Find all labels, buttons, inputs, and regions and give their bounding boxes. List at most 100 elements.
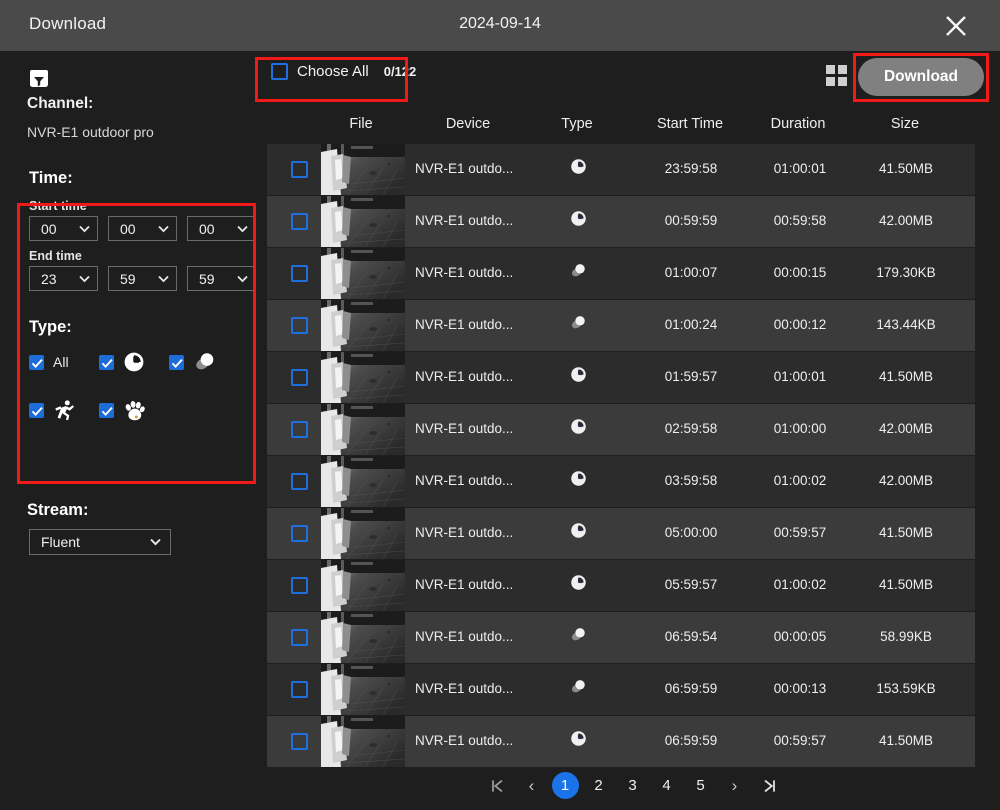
row-checkbox[interactable] [291,265,308,282]
page-button-3[interactable]: 3 [616,771,650,801]
table-row[interactable]: NVR-E1 outdo... 01:00:07 00:00:15 179.30KB [267,248,975,299]
table-row[interactable]: NVR-E1 outdo... 23:59:58 01:00:01 41.50MB [267,144,975,195]
row-thumbnail[interactable] [321,456,405,507]
row-checkbox[interactable] [291,681,308,698]
end-hour-value: 23 [41,270,57,287]
cell-size: 41.50MB [878,577,934,592]
row-thumbnail[interactable] [321,508,405,559]
row-checkbox[interactable] [291,161,308,178]
cell-duration: 00:00:12 [773,317,827,332]
row-checkbox[interactable] [291,369,308,386]
cell-start-time: 06:59:59 [664,681,718,696]
end-second-select[interactable]: 59 [187,266,256,291]
first-page-icon[interactable] [481,771,515,801]
checkbox-checked-icon[interactable] [99,402,114,418]
page-button-5[interactable]: 5 [684,771,718,801]
end-time-label: End time [29,249,82,263]
clock-icon [558,210,598,232]
type-option-pet[interactable] [99,399,169,421]
motion-sphere-icon [558,626,598,648]
cell-device: NVR-E1 outdo... [415,421,514,436]
row-checkbox[interactable] [291,473,308,490]
clock-icon [558,730,598,752]
row-checkbox[interactable] [291,577,308,594]
choose-all-checkbox[interactable] [271,63,288,80]
checkbox-checked-icon[interactable] [29,354,44,370]
table-row[interactable]: NVR-E1 outdo... 02:59:58 01:00:00 42.00MB [267,404,975,455]
start-minute-value: 00 [120,220,136,237]
stream-select[interactable]: Fluent [29,529,171,555]
list-toolbar: Choose All 0/122 Download [266,51,1000,108]
last-page-icon[interactable] [752,771,786,801]
cell-duration: 00:59:57 [773,733,827,748]
table-row[interactable]: NVR-E1 outdo... 06:59:59 00:00:13 153.59KB [267,664,975,715]
type-option-motion-sphere[interactable] [169,351,239,373]
cell-duration: 01:00:02 [773,473,827,488]
checkbox-checked-icon[interactable] [169,354,184,370]
next-page-icon[interactable]: › [718,771,752,801]
cell-duration: 00:00:13 [773,681,827,696]
table-row[interactable]: NVR-E1 outdo... 03:59:58 01:00:02 42.00MB [267,456,975,507]
end-minute-select[interactable]: 59 [108,266,177,291]
table-row[interactable]: NVR-E1 outdo... 06:59:59 00:59:57 41.50MB [267,716,975,767]
table-row[interactable]: NVR-E1 outdo... 01:00:24 00:00:12 143.44KB [267,300,975,351]
page-button-2[interactable]: 2 [582,771,616,801]
choose-all-control[interactable]: Choose All 0/122 [271,63,416,80]
row-checkbox[interactable] [291,421,308,438]
start-second-select[interactable]: 00 [187,216,256,241]
type-option-all-label: All [53,354,69,370]
type-heading: Type: [29,318,72,336]
cell-duration: 00:59:58 [773,213,827,228]
table-row[interactable]: NVR-E1 outdo... 06:59:54 00:00:05 58.99KB [267,612,975,663]
start-hour-select[interactable]: 00 [29,216,98,241]
cell-device: NVR-E1 outdo... [415,525,514,540]
row-thumbnail[interactable] [321,144,405,195]
row-checkbox[interactable] [291,629,308,646]
page-button-1[interactable]: 1 [551,772,579,799]
type-option-human-motion[interactable] [29,399,99,421]
start-minute-select[interactable]: 00 [108,216,177,241]
row-thumbnail[interactable] [321,716,405,767]
type-option-timed[interactable] [99,351,169,373]
checkbox-checked-icon[interactable] [29,402,44,418]
row-thumbnail[interactable] [321,664,405,715]
row-thumbnail[interactable] [321,352,405,403]
start-time-selectors: 00 00 00 [29,216,256,241]
chevron-down-icon [237,225,248,232]
cell-device: NVR-E1 outdo... [415,681,514,696]
cell-device: NVR-E1 outdo... [415,265,514,280]
end-hour-select[interactable]: 23 [29,266,98,291]
download-button[interactable]: Download [858,58,984,96]
close-icon[interactable] [942,12,970,40]
page-button-4[interactable]: 4 [650,771,684,801]
row-thumbnail[interactable] [321,248,405,299]
clock-icon [558,470,598,492]
prev-page-icon[interactable]: ‹ [515,771,549,801]
cell-start-time: 02:59:58 [664,421,718,436]
row-checkbox[interactable] [291,525,308,542]
row-thumbnail[interactable] [321,612,405,663]
column-header-type: Type [561,116,593,132]
grid-view-icon[interactable] [826,65,848,87]
table-row[interactable]: NVR-E1 outdo... 01:59:57 01:00:01 41.50MB [267,352,975,403]
cell-device: NVR-E1 outdo... [415,577,514,592]
row-thumbnail[interactable] [321,196,405,247]
cell-device: NVR-E1 outdo... [415,161,514,176]
choose-all-label: Choose All [297,63,369,80]
row-thumbnail[interactable] [321,560,405,611]
cell-device: NVR-E1 outdo... [415,369,514,384]
start-hour-value: 00 [41,220,57,237]
row-thumbnail[interactable] [321,300,405,351]
table-row[interactable]: NVR-E1 outdo... 05:59:57 01:00:02 41.50MB [267,560,975,611]
row-thumbnail[interactable] [321,404,405,455]
row-checkbox[interactable] [291,733,308,750]
cell-size: 42.00MB [878,421,934,436]
table-row[interactable]: NVR-E1 outdo... 05:00:00 00:59:57 41.50MB [267,508,975,559]
checkbox-checked-icon[interactable] [99,354,114,370]
type-option-all[interactable]: All [29,354,99,370]
cell-duration: 01:00:02 [773,577,827,592]
table-row[interactable]: NVR-E1 outdo... 00:59:59 00:59:58 42.00MB [267,196,975,247]
row-checkbox[interactable] [291,317,308,334]
row-checkbox[interactable] [291,213,308,230]
pagination: ‹ 1 2 3 4 5 › [266,761,1000,810]
